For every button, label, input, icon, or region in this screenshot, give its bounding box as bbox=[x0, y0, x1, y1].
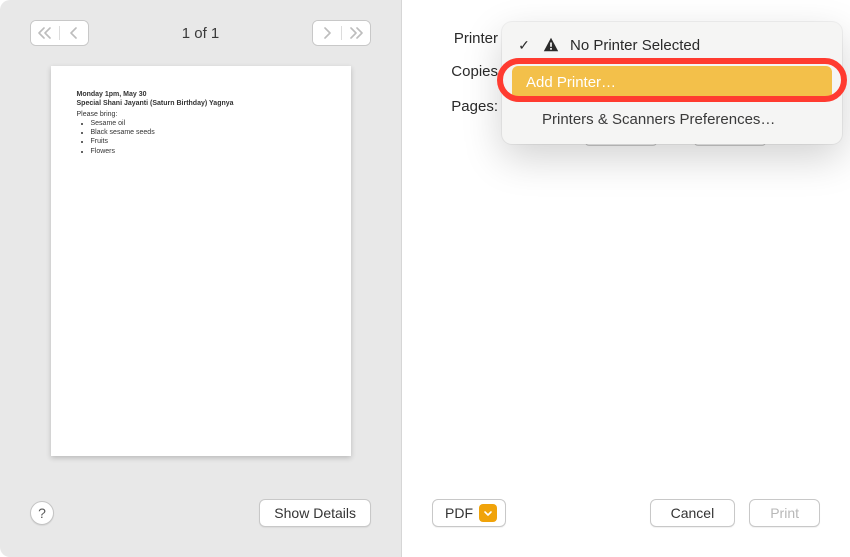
chevrons-right-icon bbox=[349, 27, 363, 39]
cancel-button[interactable]: Cancel bbox=[650, 499, 736, 527]
last-page-button[interactable] bbox=[342, 21, 370, 45]
warning-icon bbox=[542, 36, 560, 54]
chevron-right-icon bbox=[322, 27, 332, 39]
preview-area: Monday 1pm, May 30 Special Shani Jayanti… bbox=[0, 56, 401, 479]
preview-toolbar: 1 of 1 bbox=[0, 0, 401, 56]
page-preview: Monday 1pm, May 30 Special Shani Jayanti… bbox=[51, 66, 351, 456]
preview-line-1: Monday 1pm, May 30 bbox=[77, 90, 325, 99]
chevron-left-icon bbox=[69, 27, 79, 39]
copies-label: Copies bbox=[432, 63, 498, 80]
printer-dropdown-prefs[interactable]: Printers & Scanners Preferences… bbox=[502, 105, 842, 134]
printer-dropdown-add[interactable]: Add Printer… bbox=[512, 66, 832, 99]
printer-label: Printer bbox=[432, 30, 498, 47]
printer-dropdown-selected-label: No Printer Selected bbox=[570, 37, 700, 54]
nav-first-prev bbox=[30, 20, 89, 46]
preview-line-3: Please bring: bbox=[77, 110, 325, 119]
printer-dropdown-add-label: Add Printer… bbox=[526, 74, 616, 91]
preview-list-item: Black sesame seeds bbox=[91, 128, 325, 137]
next-page-button[interactable] bbox=[313, 21, 341, 45]
pdf-menu-button[interactable]: PDF bbox=[432, 499, 506, 527]
chevron-down-icon bbox=[479, 504, 497, 522]
chevrons-left-icon bbox=[38, 27, 52, 39]
action-buttons: Cancel Print bbox=[650, 499, 820, 527]
prev-page-button[interactable] bbox=[60, 21, 88, 45]
nav-next-last bbox=[312, 20, 371, 46]
preview-list-item: Flowers bbox=[91, 147, 325, 156]
preview-list-item: Fruits bbox=[91, 137, 325, 146]
preview-list-item: Sesame oil bbox=[91, 119, 325, 128]
preview-footer: ? Show Details bbox=[0, 479, 401, 557]
printer-dropdown-selected[interactable]: ✓ No Printer Selected bbox=[502, 30, 842, 60]
checkmark-icon: ✓ bbox=[516, 37, 532, 54]
first-page-button[interactable] bbox=[31, 21, 59, 45]
pages-label: Pages: bbox=[432, 96, 498, 115]
preview-line-2: Special Shani Jayanti (Saturn Birthday) … bbox=[77, 99, 325, 108]
pdf-label: PDF bbox=[445, 505, 473, 521]
show-details-button[interactable]: Show Details bbox=[259, 499, 371, 527]
printer-dropdown-prefs-label: Printers & Scanners Preferences… bbox=[542, 111, 775, 128]
print-button[interactable]: Print bbox=[749, 499, 820, 527]
preview-list: Sesame oil Black sesame seeds Fruits Flo… bbox=[77, 119, 325, 155]
preview-pane: 1 of 1 Monday 1pm, May 30 Special Shani … bbox=[0, 0, 402, 557]
page-indicator: 1 of 1 bbox=[182, 25, 220, 42]
printer-dropdown: ✓ No Printer Selected Add Printer… Print… bbox=[502, 22, 842, 144]
dialog-footer: PDF Cancel Print bbox=[402, 479, 850, 557]
help-button[interactable]: ? bbox=[30, 501, 54, 525]
